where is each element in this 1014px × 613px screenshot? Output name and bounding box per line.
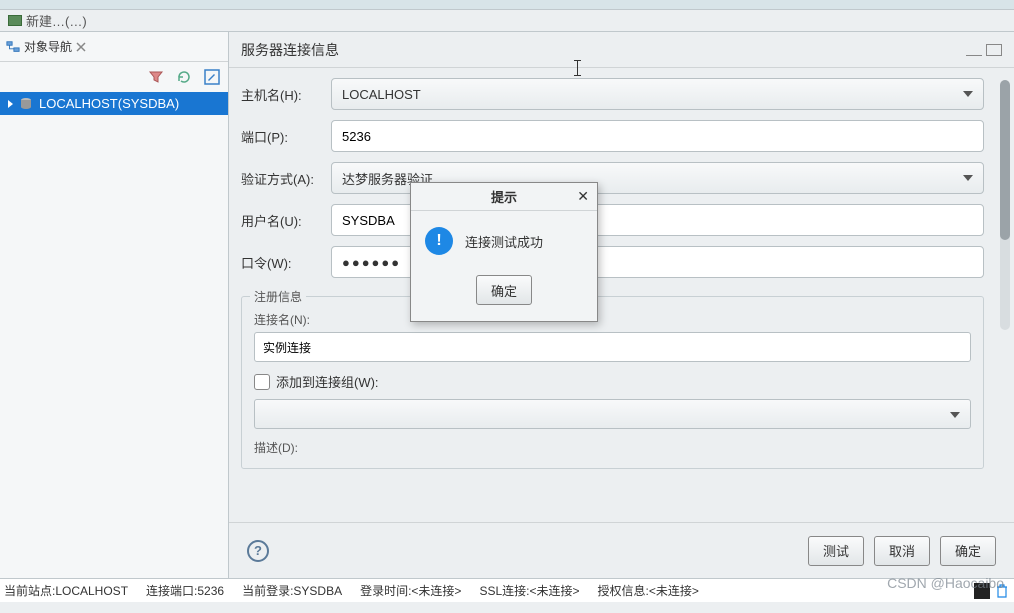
edit-icon[interactable] <box>204 69 220 85</box>
close-icon[interactable]: ✕ <box>577 188 589 205</box>
alert-dialog: 提示 ✕ ! 连接测试成功 确定 <box>410 182 598 322</box>
label-pass: 口令(W): <box>241 253 331 272</box>
new-file-icon <box>8 15 22 26</box>
status-auth: 授权信息:<未连接> <box>598 582 699 599</box>
add-group-label: 添加到连接组(W): <box>276 372 379 391</box>
row-user: 用户名(U): <box>241 204 984 236</box>
pass-value: ●●●●●● <box>342 255 401 270</box>
add-group-row: 添加到连接组(W): <box>254 372 971 391</box>
label-user: 用户名(U): <box>241 211 331 230</box>
help-icon[interactable]: ? <box>247 540 269 562</box>
nav-tree-icon <box>6 40 20 54</box>
chevron-down-icon <box>963 175 973 181</box>
close-icon[interactable] <box>76 42 86 52</box>
minimize-icon[interactable] <box>966 44 982 56</box>
alert-footer: 确定 <box>411 265 597 321</box>
window-top-strip <box>0 0 1014 10</box>
status-login-time: 登录时间:<未连接> <box>360 582 461 599</box>
footer-buttons: 测试 取消 确定 <box>808 536 996 566</box>
host-dropdown[interactable]: LOCALHOST <box>331 78 984 110</box>
alert-ok-button[interactable]: 确定 <box>476 275 532 305</box>
add-group-checkbox[interactable] <box>254 374 270 390</box>
main-toolbar: 新建…(…) <box>0 10 1014 32</box>
alert-message: 连接测试成功 <box>465 232 543 251</box>
register-legend: 注册信息 <box>250 288 306 305</box>
row-pass: 口令(W): ●●●●●● <box>241 246 984 278</box>
maximize-icon[interactable] <box>986 44 1002 56</box>
scrollbar[interactable] <box>1000 80 1010 330</box>
label-port: 端口(P): <box>241 127 331 146</box>
alert-title: 提示 <box>491 187 517 206</box>
conn-name-input[interactable] <box>254 332 971 362</box>
host-value: LOCALHOST <box>342 87 421 102</box>
sidebar-tab-bar: 对象导航 <box>0 32 228 62</box>
cancel-button[interactable]: 取消 <box>874 536 930 566</box>
conn-name-label: 连接名(N): <box>254 311 971 328</box>
group-dropdown[interactable] <box>254 399 971 429</box>
chevron-down-icon <box>950 412 960 418</box>
chevron-down-icon <box>963 91 973 97</box>
info-icon: ! <box>425 227 453 255</box>
scrollbar-thumb[interactable] <box>1000 80 1010 240</box>
port-input[interactable] <box>342 129 973 144</box>
window-controls <box>966 44 1002 56</box>
toolbar-new-item[interactable]: 新建…(…) <box>8 11 87 30</box>
register-fieldset: 注册信息 连接名(N): 添加到连接组(W): 描述(D): <box>241 296 984 469</box>
status-port: 连接端口:5236 <box>146 582 224 599</box>
label-host: 主机名(H): <box>241 85 331 104</box>
sidebar-toolbar <box>0 62 228 92</box>
row-port: 端口(P): <box>241 120 984 152</box>
filter-icon[interactable] <box>148 69 164 85</box>
text-cursor-icon <box>577 60 578 76</box>
test-button[interactable]: 测试 <box>808 536 864 566</box>
object-tree: LOCALHOST(SYSDBA) <box>0 92 228 115</box>
refresh-icon[interactable] <box>176 69 192 85</box>
status-login: 当前登录:SYSDBA <box>242 582 342 599</box>
status-bar: 当前站点:LOCALHOST 连接端口:5236 当前登录:SYSDBA 登录时… <box>0 578 1014 602</box>
ok-button[interactable]: 确定 <box>940 536 996 566</box>
alert-body: ! 连接测试成功 <box>411 211 597 265</box>
content-header: 服务器连接信息 <box>229 32 1014 68</box>
tree-item-label: LOCALHOST(SYSDBA) <box>39 96 179 111</box>
page-title: 服务器连接信息 <box>241 40 339 60</box>
form-area: 主机名(H): LOCALHOST 端口(P): 验证方式(A): 达梦服务器 <box>229 68 1014 522</box>
port-field[interactable] <box>331 120 984 152</box>
content-panel: 服务器连接信息 主机名(H): LOCALHOST 端口(P): <box>229 32 1014 578</box>
row-host: 主机名(H): LOCALHOST <box>241 78 984 110</box>
label-auth: 验证方式(A): <box>241 169 331 188</box>
trash-icon[interactable] <box>996 584 1008 598</box>
database-icon <box>19 97 33 111</box>
status-indicator-icon <box>974 583 990 599</box>
expand-arrow-icon <box>8 100 13 108</box>
toolbar-new-label: 新建…(…) <box>26 11 87 30</box>
status-site: 当前站点:LOCALHOST <box>4 582 128 599</box>
sidebar: 对象导航 LOCALHOST(SYSDBA) <box>0 32 229 578</box>
row-auth: 验证方式(A): 达梦服务器验证 <box>241 162 984 194</box>
desc-label: 描述(D): <box>254 439 971 456</box>
status-ssl: SSL连接:<未连接> <box>479 582 579 599</box>
dialog-footer: ? 测试 取消 确定 <box>229 522 1014 578</box>
alert-header: 提示 ✕ <box>411 183 597 211</box>
tree-item-localhost[interactable]: LOCALHOST(SYSDBA) <box>0 92 228 115</box>
sidebar-tab-label: 对象导航 <box>24 38 72 55</box>
